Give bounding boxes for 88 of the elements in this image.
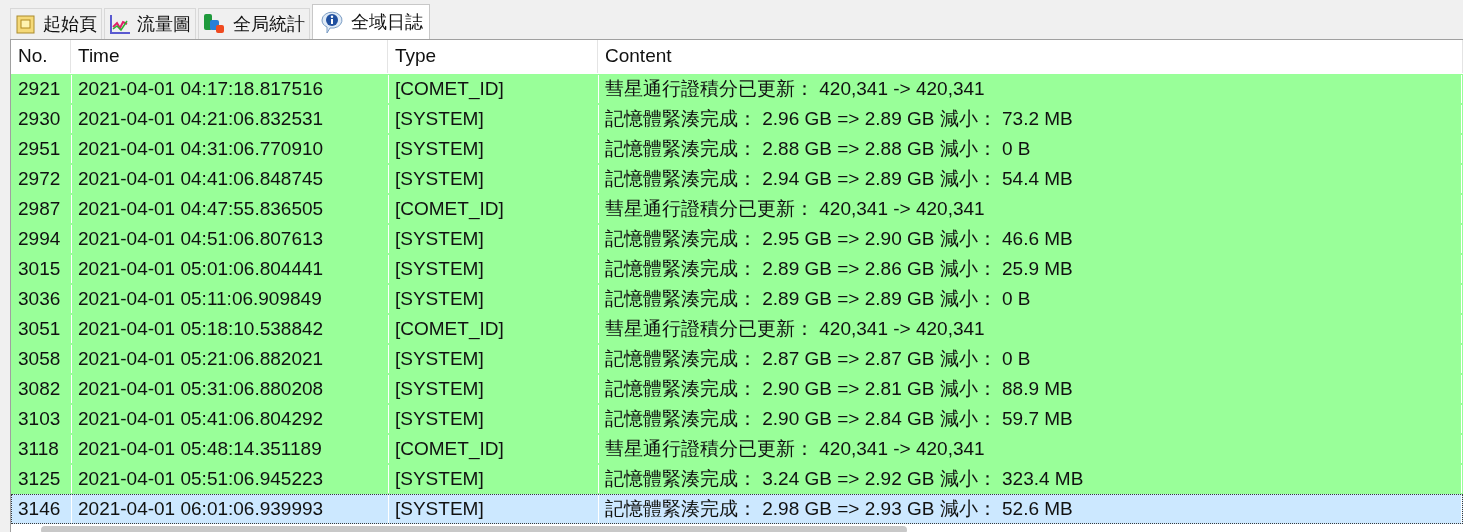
table-cell: 3051 [12, 315, 72, 343]
tab[interactable]: 全域日誌 [312, 4, 430, 39]
column-header[interactable]: Content [598, 40, 1463, 73]
table-row[interactable]: 2921 2021-04-01 04:17:18.817516 [COMET_ID] 彗星通行證積分已更新： 420,341 -> 420,341 [11, 74, 1463, 104]
table-cell: 3082 [12, 375, 72, 403]
table-cell: 2021-04-01 05:21:06.882021 [72, 345, 389, 373]
table-cell: 記憶體緊湊完成： 2.98 GB => 2.93 GB 減小： 52.6 MB [599, 495, 1462, 523]
table-cell: 2021-04-01 05:31:06.880208 [72, 375, 389, 403]
table-cell: 2021-04-01 04:51:06.807613 [72, 225, 389, 253]
table-cell: [SYSTEM] [389, 465, 599, 493]
table-cell: [SYSTEM] [389, 405, 599, 433]
table-cell: [COMET_ID] [389, 315, 599, 343]
table-cell: 記憶體緊湊完成： 2.90 GB => 2.81 GB 減小： 88.9 MB [599, 375, 1462, 403]
table-cell: 3103 [12, 405, 72, 433]
table-row[interactable]: 3118 2021-04-01 05:48:14.351189 [COMET_ID] 彗星通行證積分已更新： 420,341 -> 420,341 [11, 434, 1463, 464]
table-cell: 彗星通行證積分已更新： 420,341 -> 420,341 [599, 75, 1462, 103]
table-row[interactable]: 2987 2021-04-01 04:47:55.836505 [COMET_ID] 彗星通行證積分已更新： 420,341 -> 420,341 [11, 194, 1463, 224]
table-cell: 記憶體緊湊完成： 2.94 GB => 2.89 GB 減小： 54.4 MB [599, 165, 1462, 193]
table-cell: 2021-04-01 05:41:06.804292 [72, 405, 389, 433]
tab[interactable]: 起始頁 [10, 8, 102, 39]
column-header[interactable]: Time [71, 40, 388, 73]
table-cell: 2972 [12, 165, 72, 193]
table-row[interactable]: 2930 2021-04-01 04:21:06.832531 [SYSTEM] 記憶體緊湊完成： 2.96 GB => 2.89 GB 減小： 73.2 MB [11, 104, 1463, 134]
table-cell: 2021-04-01 04:41:06.848745 [72, 165, 389, 193]
table-row[interactable]: 2951 2021-04-01 04:31:06.770910 [SYSTEM] 記憶體緊湊完成： 2.88 GB => 2.88 GB 減小： 0 B [11, 134, 1463, 164]
table-row[interactable]: 3103 2021-04-01 05:41:06.804292 [SYSTEM] 記憶體緊湊完成： 2.90 GB => 2.84 GB 減小： 59.7 MB [11, 404, 1463, 434]
table-cell: 記憶體緊湊完成： 2.88 GB => 2.88 GB 減小： 0 B [599, 135, 1462, 163]
table-cell: [SYSTEM] [389, 165, 599, 193]
table-cell: 記憶體緊湊完成： 2.87 GB => 2.87 GB 減小： 0 B [599, 345, 1462, 373]
cubes-icon [203, 13, 227, 35]
table-cell: 2921 [12, 75, 72, 103]
table-cell: 2987 [12, 195, 72, 223]
table-cell: [SYSTEM] [389, 255, 599, 283]
info-icon [319, 10, 345, 34]
table-cell: 記憶體緊湊完成： 2.95 GB => 2.90 GB 減小： 46.6 MB [599, 225, 1462, 253]
table-cell: 記憶體緊湊完成： 2.96 GB => 2.89 GB 減小： 73.2 MB [599, 105, 1462, 133]
page-icon [15, 13, 37, 35]
table-cell: [SYSTEM] [389, 225, 599, 253]
table-row[interactable]: 3051 2021-04-01 05:18:10.538842 [COMET_ID] 彗星通行證積分已更新： 420,341 -> 420,341 [11, 314, 1463, 344]
table-row[interactable]: 2972 2021-04-01 04:41:06.848745 [SYSTEM] 記憶體緊湊完成： 2.94 GB => 2.89 GB 減小： 54.4 MB [11, 164, 1463, 194]
table-row[interactable]: 3036 2021-04-01 05:11:06.909849 [SYSTEM] 記憶體緊湊完成： 2.89 GB => 2.89 GB 減小： 0 B [11, 284, 1463, 314]
table-cell: 2021-04-01 05:11:06.909849 [72, 285, 389, 313]
table-cell: [SYSTEM] [389, 495, 599, 523]
table-cell: 記憶體緊湊完成： 2.89 GB => 2.89 GB 減小： 0 B [599, 285, 1462, 313]
table-row[interactable]: 2994 2021-04-01 04:51:06.807613 [SYSTEM] 記憶體緊湊完成： 2.95 GB => 2.90 GB 減小： 46.6 MB [11, 224, 1463, 254]
table-cell: [COMET_ID] [389, 75, 599, 103]
table-cell: 彗星通行證積分已更新： 420,341 -> 420,341 [599, 315, 1462, 343]
table-cell: [COMET_ID] [389, 435, 599, 463]
table-cell: 2930 [12, 105, 72, 133]
table-cell: 2021-04-01 04:31:06.770910 [72, 135, 389, 163]
table-cell: 2951 [12, 135, 72, 163]
table-cell: 2021-04-01 05:18:10.538842 [72, 315, 389, 343]
table-cell: [SYSTEM] [389, 285, 599, 313]
table-cell: 3058 [12, 345, 72, 373]
table-cell: 3036 [12, 285, 72, 313]
table-cell: 2994 [12, 225, 72, 253]
table-cell: 記憶體緊湊完成： 2.89 GB => 2.86 GB 減小： 25.9 MB [599, 255, 1462, 283]
table-cell: 彗星通行證積分已更新： 420,341 -> 420,341 [599, 195, 1462, 223]
table-cell: [SYSTEM] [389, 375, 599, 403]
table-cell: [COMET_ID] [389, 195, 599, 223]
table-cell: 2021-04-01 04:17:18.817516 [72, 75, 389, 103]
table-row[interactable]: 3015 2021-04-01 05:01:06.804441 [SYSTEM] 記憶體緊湊完成： 2.89 GB => 2.86 GB 減小： 25.9 MB [11, 254, 1463, 284]
column-header[interactable]: No. [11, 40, 71, 73]
table-cell: 3118 [12, 435, 72, 463]
table-cell: 3015 [12, 255, 72, 283]
table-cell: 2021-04-01 05:48:14.351189 [72, 435, 389, 463]
table-row[interactable]: 3146 2021-04-01 06:01:06.939993 [SYSTEM] 記憶體緊湊完成： 2.98 GB => 2.93 GB 減小： 52.6 MB [11, 494, 1463, 524]
tab[interactable]: 全局統計 [198, 8, 310, 39]
tab[interactable]: 流量圖 [104, 8, 196, 39]
scrollbar[interactable] [41, 526, 907, 532]
table-row[interactable]: 3125 2021-04-01 05:51:06.945223 [SYSTEM] 記憶體緊湊完成： 3.24 GB => 2.92 GB 減小： 323.4 MB [11, 464, 1463, 494]
table-cell: 彗星通行證積分已更新： 420,341 -> 420,341 [599, 435, 1462, 463]
table-row[interactable]: 3058 2021-04-01 05:21:06.882021 [SYSTEM] 記憶體緊湊完成： 2.87 GB => 2.87 GB 減小： 0 B [11, 344, 1463, 374]
chart-icon [109, 13, 131, 35]
table-cell: [SYSTEM] [389, 105, 599, 133]
table-row[interactable]: 3082 2021-04-01 05:31:06.880208 [SYSTEM] 記憶體緊湊完成： 2.90 GB => 2.81 GB 減小： 88.9 MB [11, 374, 1463, 404]
table-cell: 3146 [12, 495, 72, 523]
column-header[interactable]: Type [388, 40, 598, 73]
table-cell: 記憶體緊湊完成： 3.24 GB => 2.92 GB 減小： 323.4 MB [599, 465, 1462, 493]
table-cell: 3125 [12, 465, 72, 493]
table-cell: [SYSTEM] [389, 345, 599, 373]
table-cell: 2021-04-01 04:21:06.832531 [72, 105, 389, 133]
table-cell: [SYSTEM] [389, 135, 599, 163]
table-cell: 記憶體緊湊完成： 2.90 GB => 2.84 GB 減小： 59.7 MB [599, 405, 1462, 433]
table-cell: 2021-04-01 05:51:06.945223 [72, 465, 389, 493]
table-cell: 2021-04-01 05:01:06.804441 [72, 255, 389, 283]
table-cell: 2021-04-01 06:01:06.939993 [72, 495, 389, 523]
table-cell: 2021-04-01 04:47:55.836505 [72, 195, 389, 223]
